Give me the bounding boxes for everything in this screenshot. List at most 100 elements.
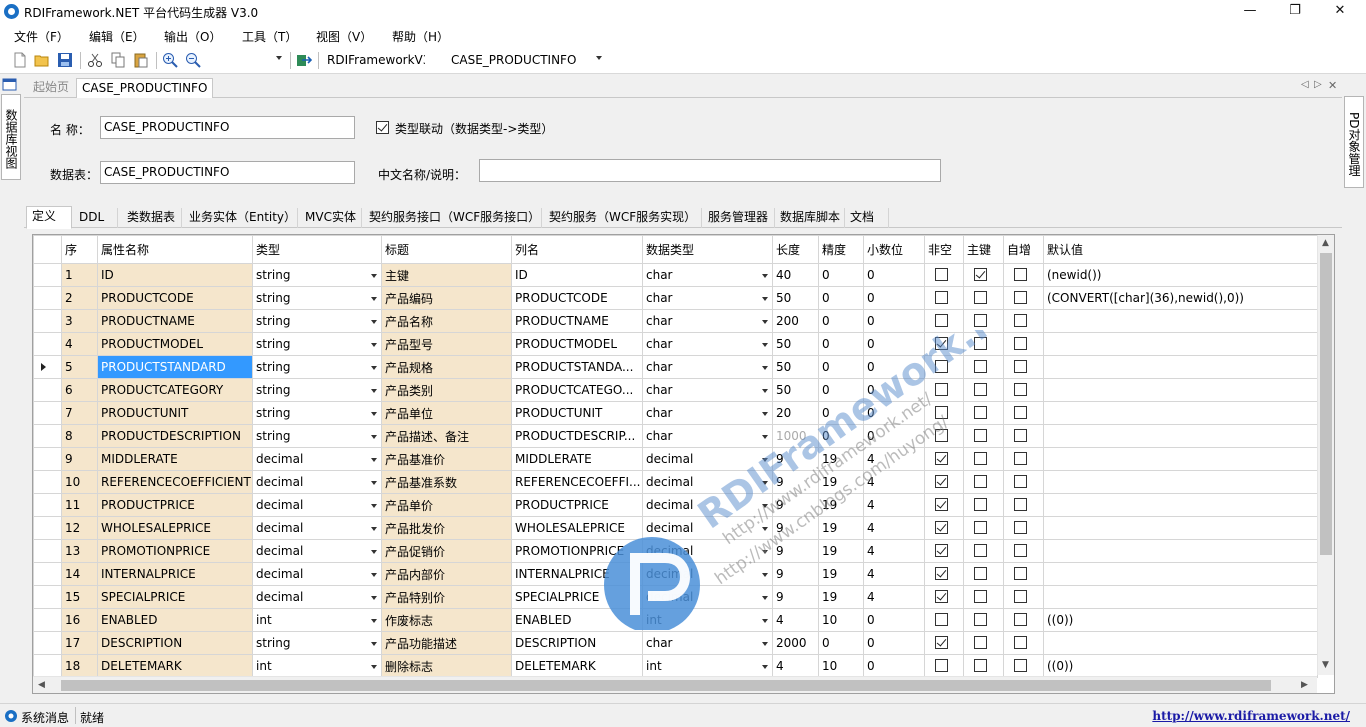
row-selector[interactable] <box>33 654 62 678</box>
cell-title[interactable]: 删除标志 <box>381 654 512 678</box>
row-checkbox[interactable] <box>974 544 987 557</box>
cell-title[interactable]: 产品型号 <box>381 332 512 356</box>
cell-seq[interactable]: 1 <box>61 263 98 287</box>
cell-default-value[interactable] <box>1043 470 1318 494</box>
open-folder-icon[interactable] <box>34 52 50 68</box>
pd-object-manager-tab[interactable]: PD对象管理 <box>1344 96 1364 188</box>
cell-property-name[interactable]: ID <box>97 263 253 287</box>
cell-property-name[interactable]: PRODUCTMODEL <box>97 332 253 356</box>
system-message-icon[interactable] <box>4 709 18 723</box>
cell-not-null[interactable] <box>924 493 964 517</box>
menu-view[interactable]: 视图（V） <box>316 28 372 45</box>
save-icon[interactable] <box>57 52 73 68</box>
row-selector[interactable] <box>33 585 62 609</box>
cell-column-name[interactable]: ID <box>511 263 643 287</box>
cell-column-name[interactable]: DESCRIPTION <box>511 631 643 655</box>
cell-not-null[interactable] <box>924 631 964 655</box>
cell-scale[interactable]: 4 <box>863 516 925 540</box>
cell-precision[interactable]: 0 <box>818 401 864 425</box>
cell-auto-increment[interactable] <box>1003 539 1044 563</box>
cell-length[interactable]: 200 <box>772 309 819 333</box>
table-row[interactable]: 3 PRODUCTNAME string 产品名称 PRODUCTNAME char 200… <box>33 309 1318 333</box>
row-checkbox[interactable] <box>974 452 987 465</box>
cell-length[interactable]: 40 <box>772 263 819 287</box>
cell-scale[interactable]: 4 <box>863 470 925 494</box>
chevron-down-icon[interactable] <box>762 550 768 554</box>
cell-data-type[interactable]: char <box>642 309 773 333</box>
row-checkbox[interactable] <box>935 521 948 534</box>
cell-data-type[interactable]: decimal <box>642 470 773 494</box>
col-header-column-name[interactable]: 列名 <box>511 235 643 264</box>
col-header-not-null[interactable]: 非空 <box>924 235 964 264</box>
cell-type[interactable]: decimal <box>252 516 382 540</box>
cell-default-value[interactable]: ((0)) <box>1043 608 1318 632</box>
cut-icon[interactable] <box>87 52 103 68</box>
cell-auto-increment[interactable] <box>1003 608 1044 632</box>
table-row[interactable]: 11 PRODUCTPRICE decimal 产品单价 PRODUCTPRICE dec… <box>33 493 1318 517</box>
chevron-down-icon[interactable] <box>371 389 377 393</box>
cell-seq[interactable]: 9 <box>61 447 98 471</box>
cell-not-null[interactable] <box>924 516 964 540</box>
cell-type[interactable]: string <box>252 263 382 287</box>
menu-edit[interactable]: 编辑（E） <box>89 28 145 45</box>
cell-precision[interactable]: 0 <box>818 355 864 379</box>
cell-not-null[interactable] <box>924 424 964 448</box>
cell-auto-increment[interactable] <box>1003 378 1044 402</box>
grid-horizontal-scrollbar[interactable]: ◀ ▶ <box>33 676 1317 693</box>
minimize-button[interactable]: — <box>1227 0 1273 24</box>
cell-data-type[interactable]: char <box>642 263 773 287</box>
table-row[interactable]: 1 ID string 主键 ID char 40 0 0 (newid()) <box>33 263 1318 287</box>
cell-default-value[interactable]: ((0)) <box>1043 654 1318 678</box>
row-checkbox[interactable] <box>935 337 948 350</box>
cell-column-name[interactable]: PRODUCTUNIT <box>511 401 643 425</box>
cell-default-value[interactable]: (newid()) <box>1043 263 1318 287</box>
chevron-down-icon[interactable] <box>762 412 768 416</box>
row-checkbox[interactable] <box>935 475 948 488</box>
row-selector[interactable] <box>33 378 62 402</box>
cell-title[interactable]: 产品规格 <box>381 355 512 379</box>
row-checkbox[interactable] <box>935 659 948 672</box>
cell-seq[interactable]: 18 <box>61 654 98 678</box>
cell-primary-key[interactable] <box>963 516 1004 540</box>
cell-primary-key[interactable] <box>963 401 1004 425</box>
cell-default-value[interactable] <box>1043 516 1318 540</box>
horizontal-scroll-thumb[interactable] <box>61 680 1271 691</box>
tab-database-script[interactable]: 数据库脚本 <box>775 208 845 228</box>
cell-not-null[interactable] <box>924 355 964 379</box>
row-checkbox[interactable] <box>1014 613 1027 626</box>
row-checkbox[interactable] <box>1014 337 1027 350</box>
tab-wcf-service[interactable]: 契约服务（WCF服务实现） <box>544 208 702 228</box>
cell-scale[interactable]: 0 <box>863 332 925 356</box>
cell-seq[interactable]: 4 <box>61 332 98 356</box>
row-selector[interactable] <box>33 516 62 540</box>
chevron-down-icon[interactable] <box>371 481 377 485</box>
col-header-seq[interactable]: 序 <box>61 235 98 264</box>
cell-seq[interactable]: 17 <box>61 631 98 655</box>
cell-property-name[interactable]: PRODUCTNAME <box>97 309 253 333</box>
cell-seq[interactable]: 7 <box>61 401 98 425</box>
chevron-down-icon[interactable] <box>371 412 377 416</box>
type-link-checkbox[interactable] <box>376 121 389 134</box>
cell-property-name[interactable]: PRODUCTCATEGORY <box>97 378 253 402</box>
chevron-down-icon[interactable] <box>371 665 377 669</box>
cell-column-name[interactable]: INTERNALPRICE <box>511 562 643 586</box>
table-row[interactable]: 17 DESCRIPTION string 产品功能描述 DESCRIPTION char… <box>33 631 1318 655</box>
row-checkbox[interactable] <box>974 590 987 603</box>
chevron-down-icon[interactable] <box>762 481 768 485</box>
cell-default-value[interactable] <box>1043 378 1318 402</box>
cell-property-name[interactable]: PRODUCTCODE <box>97 286 253 310</box>
cell-primary-key[interactable] <box>963 309 1004 333</box>
cell-default-value[interactable] <box>1043 401 1318 425</box>
row-checkbox[interactable] <box>935 613 948 626</box>
tab-entity[interactable]: 业务实体（Entity） <box>184 208 298 228</box>
cell-not-null[interactable] <box>924 263 964 287</box>
chevron-down-icon[interactable] <box>762 297 768 301</box>
cell-length[interactable]: 50 <box>772 378 819 402</box>
cell-primary-key[interactable] <box>963 608 1004 632</box>
menu-help[interactable]: 帮助（H） <box>392 28 449 45</box>
cell-primary-key[interactable] <box>963 631 1004 655</box>
cell-title[interactable]: 产品基准价 <box>381 447 512 471</box>
cell-precision[interactable]: 19 <box>818 516 864 540</box>
cell-property-name[interactable]: INTERNALPRICE <box>97 562 253 586</box>
database-view-tab[interactable]: 数据库视图 <box>1 94 21 180</box>
